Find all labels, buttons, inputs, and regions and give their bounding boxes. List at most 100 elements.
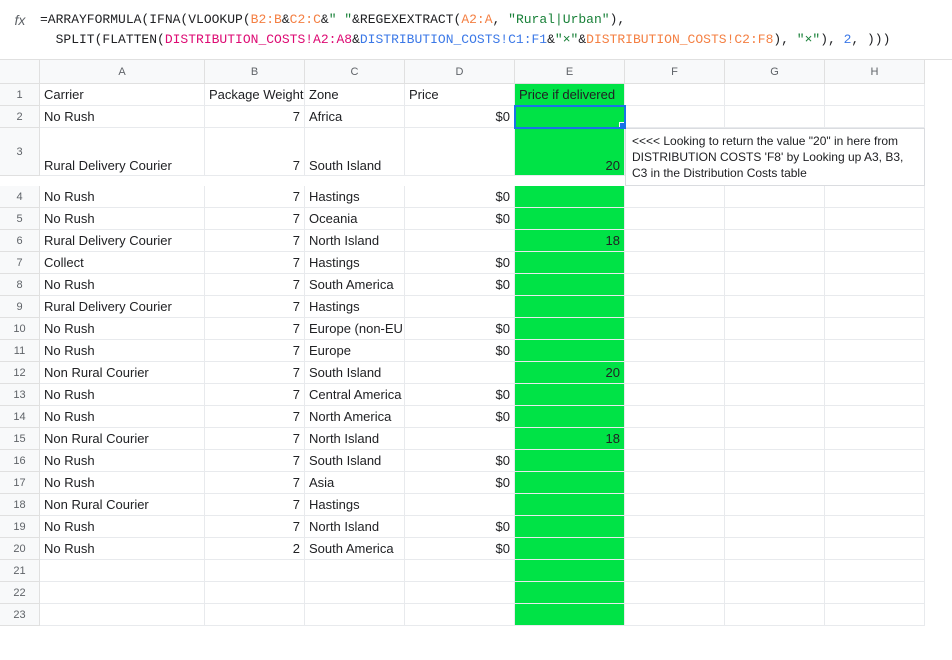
cell-G6[interactable]	[725, 230, 825, 252]
cell-D1[interactable]: Price	[405, 84, 515, 106]
cell-G13[interactable]	[725, 384, 825, 406]
cell-E15[interactable]: 18	[515, 428, 625, 450]
cell-A7[interactable]: Collect	[40, 252, 205, 274]
column-header-H[interactable]: H	[825, 60, 925, 84]
cell-F4[interactable]	[625, 186, 725, 208]
cell-E21[interactable]	[515, 560, 625, 582]
cell-H16[interactable]	[825, 450, 925, 472]
cell-D6[interactable]	[405, 230, 515, 252]
cell-F16[interactable]	[625, 450, 725, 472]
cell-B6[interactable]: 7	[205, 230, 305, 252]
cell-D9[interactable]	[405, 296, 515, 318]
cell-G5[interactable]	[725, 208, 825, 230]
cell-F15[interactable]	[625, 428, 725, 450]
cell-G12[interactable]	[725, 362, 825, 384]
row-header[interactable]: 14	[0, 406, 40, 428]
cell-D19[interactable]: $0	[405, 516, 515, 538]
cell-E7[interactable]	[515, 252, 625, 274]
cell-C3[interactable]: South Island	[305, 128, 405, 176]
column-header-E[interactable]: E	[515, 60, 625, 84]
cell-C4[interactable]: Hastings	[305, 186, 405, 208]
cell-B5[interactable]: 7	[205, 208, 305, 230]
cell-A19[interactable]: No Rush	[40, 516, 205, 538]
cell-B9[interactable]: 7	[205, 296, 305, 318]
cell-H10[interactable]	[825, 318, 925, 340]
cell-B12[interactable]: 7	[205, 362, 305, 384]
row-header[interactable]: 13	[0, 384, 40, 406]
cell-B20[interactable]: 2	[205, 538, 305, 560]
cell-D17[interactable]: $0	[405, 472, 515, 494]
cell-G4[interactable]	[725, 186, 825, 208]
cell-F13[interactable]	[625, 384, 725, 406]
cell-C18[interactable]: Hastings	[305, 494, 405, 516]
cell-B18[interactable]: 7	[205, 494, 305, 516]
cell-H9[interactable]	[825, 296, 925, 318]
cell-H21[interactable]	[825, 560, 925, 582]
cell-E20[interactable]	[515, 538, 625, 560]
cell-F6[interactable]	[625, 230, 725, 252]
cell-E11[interactable]	[515, 340, 625, 362]
cell-E16[interactable]	[515, 450, 625, 472]
cell-H17[interactable]	[825, 472, 925, 494]
cell-A8[interactable]: No Rush	[40, 274, 205, 296]
cell-H4[interactable]	[825, 186, 925, 208]
cell-H12[interactable]	[825, 362, 925, 384]
cell-D18[interactable]	[405, 494, 515, 516]
cell-B19[interactable]: 7	[205, 516, 305, 538]
cell-F5[interactable]	[625, 208, 725, 230]
cell-F20[interactable]	[625, 538, 725, 560]
cell-D16[interactable]: $0	[405, 450, 515, 472]
cell-F11[interactable]	[625, 340, 725, 362]
cell-A18[interactable]: Non Rural Courier	[40, 494, 205, 516]
row-header[interactable]: 2	[0, 106, 40, 128]
row-header[interactable]: 9	[0, 296, 40, 318]
cell-A11[interactable]: No Rush	[40, 340, 205, 362]
cell-C16[interactable]: South Island	[305, 450, 405, 472]
cell-F19[interactable]	[625, 516, 725, 538]
cell-H18[interactable]	[825, 494, 925, 516]
cell-F10[interactable]	[625, 318, 725, 340]
column-header-B[interactable]: B	[205, 60, 305, 84]
cell-A13[interactable]: No Rush	[40, 384, 205, 406]
cell-B1[interactable]: Package Weight	[205, 84, 305, 106]
cell-H13[interactable]	[825, 384, 925, 406]
cell-E6[interactable]: 18	[515, 230, 625, 252]
cell-G8[interactable]	[725, 274, 825, 296]
cell-D3[interactable]	[405, 128, 515, 176]
cell-A2[interactable]: No Rush	[40, 106, 205, 128]
cell-B17[interactable]: 7	[205, 472, 305, 494]
cell-A17[interactable]: No Rush	[40, 472, 205, 494]
cell-H14[interactable]	[825, 406, 925, 428]
cell-G2[interactable]	[725, 106, 825, 128]
cell-C19[interactable]: North Island	[305, 516, 405, 538]
cell-C2[interactable]: Africa	[305, 106, 405, 128]
row-header[interactable]: 10	[0, 318, 40, 340]
cell-G7[interactable]	[725, 252, 825, 274]
cell-D7[interactable]: $0	[405, 252, 515, 274]
cell-G9[interactable]	[725, 296, 825, 318]
cell-C21[interactable]	[305, 560, 405, 582]
row-header[interactable]: 1	[0, 84, 40, 106]
cell-D4[interactable]: $0	[405, 186, 515, 208]
cell-C23[interactable]	[305, 604, 405, 626]
cell-A5[interactable]: No Rush	[40, 208, 205, 230]
cell-A20[interactable]: No Rush	[40, 538, 205, 560]
row-header[interactable]: 20	[0, 538, 40, 560]
row-header[interactable]: 3	[0, 128, 40, 176]
cell-H6[interactable]	[825, 230, 925, 252]
cell-H8[interactable]	[825, 274, 925, 296]
cell-B4[interactable]: 7	[205, 186, 305, 208]
cell-G11[interactable]	[725, 340, 825, 362]
cell-A16[interactable]: No Rush	[40, 450, 205, 472]
column-header-C[interactable]: C	[305, 60, 405, 84]
cell-F7[interactable]	[625, 252, 725, 274]
formula-content[interactable]: =ARRAYFORMULA(IFNA(VLOOKUP(B2:B&C2:C&" "…	[40, 8, 948, 50]
cell-E12[interactable]: 20	[515, 362, 625, 384]
cell-C9[interactable]: Hastings	[305, 296, 405, 318]
cell-A21[interactable]	[40, 560, 205, 582]
cell-F8[interactable]	[625, 274, 725, 296]
row-header[interactable]: 16	[0, 450, 40, 472]
cell-F9[interactable]	[625, 296, 725, 318]
row-header[interactable]: 22	[0, 582, 40, 604]
cell-G23[interactable]	[725, 604, 825, 626]
